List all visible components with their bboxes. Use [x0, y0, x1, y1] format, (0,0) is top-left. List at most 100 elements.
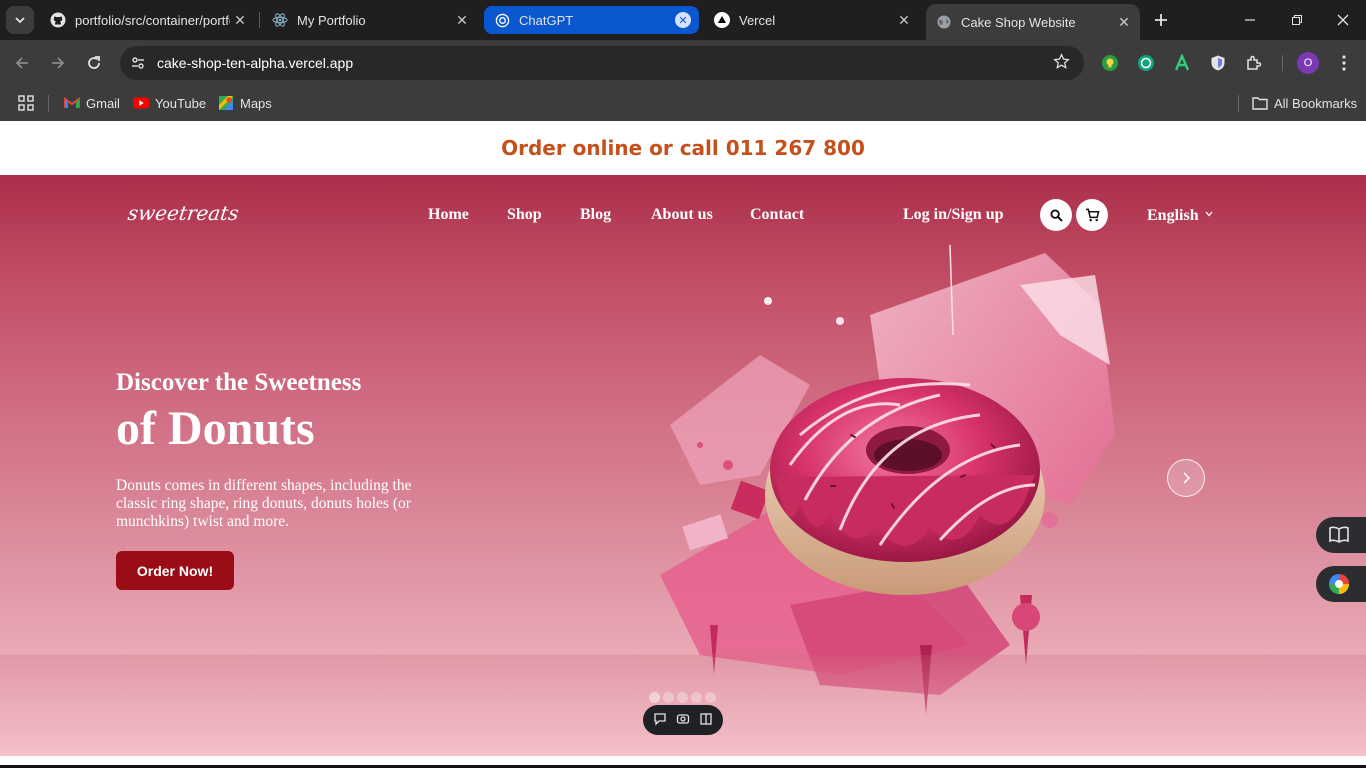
order-now-button[interactable]: Order Now! [116, 551, 234, 590]
site-logo[interactable]: sweetreats [126, 201, 240, 225]
forward-button[interactable] [46, 51, 70, 75]
eye-icon[interactable] [676, 712, 690, 729]
hero-section: sweetreats Home Shop Blog About us Conta… [0, 175, 1366, 756]
colorful-assistant-icon [1329, 574, 1349, 594]
tab-github[interactable]: portfolio/src/container/portfo ✕ [40, 6, 256, 34]
close-icon[interactable]: ✕ [230, 10, 250, 30]
tab-divider [259, 12, 260, 28]
search-icon [1049, 208, 1063, 222]
bookmarks-divider [1238, 95, 1239, 112]
restore-icon [1292, 15, 1302, 25]
tab-title: Cake Shop Website [961, 14, 1076, 30]
vercel-icon [714, 12, 730, 28]
slider-dot[interactable] [677, 692, 688, 703]
slider-dots [649, 692, 716, 703]
new-tab-button[interactable] [1150, 9, 1172, 31]
tab-my-portfolio[interactable]: My Portfolio ✕ [262, 6, 478, 34]
cart-button[interactable] [1076, 199, 1108, 231]
profile-avatar[interactable]: O [1297, 52, 1319, 74]
tab-cake-shop[interactable]: Cake Shop Website ✕ [926, 4, 1140, 40]
close-icon[interactable]: ✕ [452, 10, 472, 30]
back-button[interactable] [10, 51, 34, 75]
chevron-down-icon [15, 17, 25, 24]
language-selector[interactable]: English [1147, 207, 1213, 225]
reading-mode-button[interactable] [1316, 517, 1366, 553]
close-icon [1337, 14, 1349, 26]
slider-next-button[interactable] [1167, 459, 1205, 497]
nav-about[interactable]: About us [651, 206, 713, 224]
tab-title: Vercel [739, 12, 776, 28]
tab-vercel[interactable]: Vercel ✕ [704, 6, 920, 34]
book-icon[interactable] [699, 712, 713, 729]
open-book-icon [1329, 526, 1349, 543]
minimize-button[interactable] [1238, 8, 1262, 32]
hero-subtitle: Discover the Sweetness [116, 369, 362, 396]
floating-tool-bar [643, 705, 723, 735]
bookmarks-bar: Gmail YouTube Maps All Bookmarks [0, 86, 1366, 121]
tab-chatgpt[interactable]: ChatGPT ✕ [484, 6, 699, 34]
shield-extension-icon[interactable] [1208, 53, 1228, 73]
url-text[interactable]: cake-shop-ten-alpha.vercel.app [157, 55, 353, 71]
comment-icon[interactable] [653, 712, 667, 729]
apps-grid-icon[interactable] [18, 92, 34, 114]
site-info-icon[interactable] [126, 51, 150, 75]
toolbar-divider [1282, 55, 1283, 71]
assistant-button[interactable] [1316, 566, 1366, 602]
page-bottom-edge [0, 756, 1366, 768]
close-icon[interactable]: ✕ [675, 12, 691, 28]
bookmarks-divider [48, 95, 49, 112]
slider-dot[interactable] [705, 692, 716, 703]
close-window-button[interactable] [1331, 8, 1355, 32]
announcement-text: Order online or call 011 267 800 [501, 136, 865, 160]
minimize-icon [1245, 19, 1255, 21]
tab-title: ChatGPT [519, 12, 574, 28]
react-icon [272, 12, 288, 28]
bookmark-star-icon[interactable] [1053, 53, 1070, 75]
slider-dot[interactable] [691, 692, 702, 703]
puzzle-extensions-icon[interactable] [1244, 53, 1264, 73]
cart-icon [1085, 208, 1100, 222]
announcement-bar: Order online or call 011 267 800 [0, 121, 1366, 175]
nav-shop[interactable]: Shop [507, 206, 542, 224]
maps-icon [218, 95, 234, 111]
tab-title: portfolio/src/container/portfo [75, 12, 230, 28]
browser-toolbar: cake-shop-ten-alpha.vercel.app O [0, 40, 1366, 86]
gmail-icon [64, 95, 80, 111]
bookmark-gmail[interactable]: Gmail [64, 92, 120, 114]
youtube-icon [133, 95, 149, 111]
chatgpt-extension-icon[interactable] [1136, 53, 1156, 73]
grammar-extension-icon[interactable] [1172, 53, 1192, 73]
reload-button[interactable] [82, 51, 106, 75]
address-bar[interactable]: cake-shop-ten-alpha.vercel.app [120, 46, 1084, 80]
language-label: English [1147, 207, 1199, 224]
nav-contact[interactable]: Contact [750, 206, 804, 224]
all-bookmarks-button[interactable]: All Bookmarks [1252, 92, 1357, 114]
tab-strip: portfolio/src/container/portfo ✕ My Port… [0, 0, 1366, 40]
chevron-down-icon [1205, 209, 1213, 219]
nav-blog[interactable]: Blog [580, 206, 611, 224]
bookmark-youtube[interactable]: YouTube [133, 92, 206, 114]
chevron-right-icon [1183, 472, 1190, 484]
search-button[interactable] [1040, 199, 1072, 231]
close-icon[interactable]: ✕ [1114, 12, 1134, 32]
all-bookmarks-label: All Bookmarks [1274, 95, 1358, 111]
close-icon[interactable]: ✕ [894, 10, 914, 30]
donut-illustration [660, 245, 1115, 715]
globe-icon [936, 14, 952, 30]
restore-button[interactable] [1285, 8, 1309, 32]
arrow-right-icon [52, 57, 65, 69]
nav-home[interactable]: Home [428, 206, 469, 224]
slider-dot[interactable] [649, 692, 660, 703]
bookmark-maps[interactable]: Maps [218, 92, 272, 114]
arrow-left-icon [15, 57, 28, 69]
folder-icon [1252, 95, 1268, 111]
bookmark-label: YouTube [155, 95, 207, 111]
login-link[interactable]: Log in/Sign up [903, 206, 1004, 224]
tab-search-button[interactable] [6, 6, 34, 34]
tab-title: My Portfolio [297, 12, 366, 28]
bulb-extension-icon[interactable] [1100, 53, 1120, 73]
more-menu-icon[interactable] [1334, 51, 1354, 75]
slider-dot[interactable] [663, 692, 674, 703]
bookmark-label: Gmail [86, 95, 120, 111]
reload-icon [88, 56, 100, 69]
